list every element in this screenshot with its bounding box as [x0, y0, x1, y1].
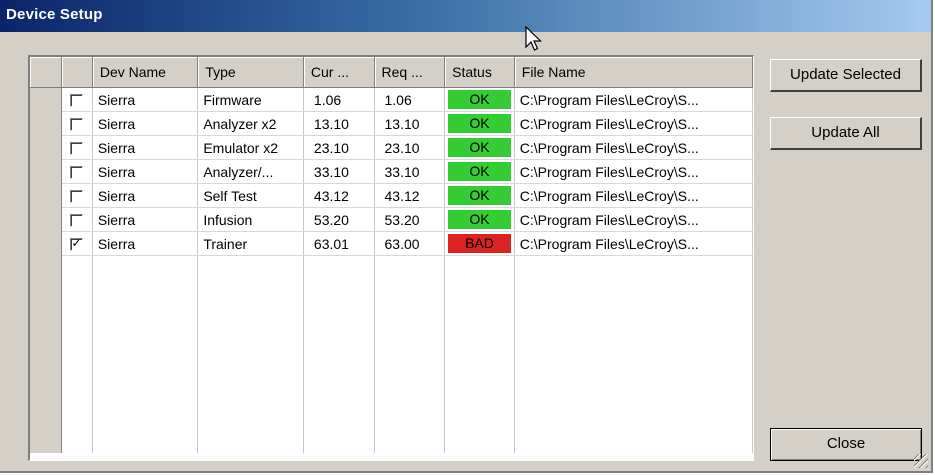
cell-type: Emulator x2	[197, 135, 304, 160]
cell-req: 63.00	[374, 231, 446, 256]
cell-file-name: C:\Program Files\LeCroy\S...	[514, 159, 753, 184]
cell-file-name: C:\Program Files\LeCroy\S...	[514, 231, 753, 256]
column-header-file-name[interactable]: File Name	[514, 57, 753, 88]
device-setup-window: Device Setup Dev Name Type Cur ... Req .…	[0, 0, 933, 473]
table-row[interactable]: Sierra Firmware 1.06 1.06 OK C:\Program Files…	[30, 87, 753, 112]
cell-status: OK	[444, 207, 515, 232]
close-button[interactable]: Close	[770, 428, 922, 461]
row-header[interactable]	[30, 231, 63, 256]
cell-file-name: C:\Program Files\LeCroy\S...	[514, 111, 753, 136]
row-checkbox[interactable]	[70, 118, 84, 132]
row-checkbox[interactable]	[70, 190, 84, 204]
cell-dev-name: Sierra	[92, 87, 199, 112]
cell-dev-name: Sierra	[92, 231, 199, 256]
cell-req: 13.10	[374, 111, 446, 136]
cell-type: Self Test	[197, 183, 304, 208]
window-title: Device Setup	[6, 6, 103, 23]
row-checkbox-cell[interactable]	[61, 159, 93, 184]
cell-status: OK	[444, 183, 515, 208]
update-all-button[interactable]: Update All	[770, 117, 922, 150]
column-header-req[interactable]: Req ...	[374, 57, 446, 88]
row-checkbox[interactable]	[70, 166, 84, 180]
cell-req: 1.06	[374, 87, 446, 112]
cell-cur: 1.06	[303, 87, 375, 112]
row-header[interactable]	[30, 207, 63, 232]
row-checkbox-cell[interactable]	[61, 111, 93, 136]
row-header[interactable]	[30, 135, 63, 160]
column-header-cur[interactable]: Cur ...	[303, 57, 375, 88]
row-checkbox-cell[interactable]	[61, 231, 93, 256]
row-header[interactable]	[30, 183, 63, 208]
title-bar[interactable]: Device Setup	[0, 0, 931, 32]
row-checkbox-cell[interactable]	[61, 183, 93, 208]
empty-grid-area	[30, 255, 753, 453]
row-checkbox-cell[interactable]	[61, 135, 93, 160]
row-header[interactable]	[30, 159, 63, 184]
status-badge: OK	[448, 186, 511, 205]
table-row[interactable]: Sierra Infusion 53.20 53.20 OK C:\Program Fil…	[30, 207, 753, 232]
cell-type: Trainer	[197, 231, 304, 256]
column-header-status[interactable]: Status	[444, 57, 515, 88]
cell-dev-name: Sierra	[92, 111, 199, 136]
device-table: Dev Name Type Cur ... Req ... Status Fil…	[30, 57, 753, 453]
row-header[interactable]	[30, 87, 63, 112]
cell-file-name: C:\Program Files\LeCroy\S...	[514, 135, 753, 160]
row-checkbox[interactable]	[70, 236, 84, 252]
cell-cur: 33.10	[303, 159, 375, 184]
status-badge: OK	[448, 210, 511, 229]
status-badge: BAD	[448, 234, 511, 253]
cell-req: 53.20	[374, 207, 446, 232]
cell-status: OK	[444, 87, 515, 112]
table-row[interactable]: Sierra Emulator x2 23.10 23.10 OK C:\Program …	[30, 135, 753, 160]
table-row[interactable]: Sierra Self Test 43.12 43.12 OK C:\Program Fi…	[30, 183, 753, 208]
header-row: Dev Name Type Cur ... Req ... Status Fil…	[30, 57, 753, 88]
cell-req: 33.10	[374, 159, 446, 184]
header-corner	[30, 57, 63, 88]
update-selected-button[interactable]: Update Selected	[770, 59, 922, 92]
device-grid[interactable]: Dev Name Type Cur ... Req ... Status Fil…	[28, 55, 754, 461]
cell-status: OK	[444, 135, 515, 160]
status-badge: OK	[448, 114, 511, 133]
cell-req: 43.12	[374, 183, 446, 208]
cell-type: Analyzer x2	[197, 111, 304, 136]
cell-dev-name: Sierra	[92, 183, 199, 208]
row-checkbox[interactable]	[70, 214, 84, 228]
status-badge: OK	[448, 90, 511, 109]
cell-cur: 13.10	[303, 111, 375, 136]
cell-file-name: C:\Program Files\LeCroy\S...	[514, 87, 753, 112]
cell-dev-name: Sierra	[92, 135, 199, 160]
table-row[interactable]: Sierra Analyzer x2 13.10 13.10 OK C:\Program …	[30, 111, 753, 136]
table-row[interactable]: Sierra Analyzer/... 33.10 33.10 OK C:\Program…	[30, 159, 753, 184]
cell-dev-name: Sierra	[92, 207, 199, 232]
cell-cur: 43.12	[303, 183, 375, 208]
row-checkbox-cell[interactable]	[61, 87, 93, 112]
row-checkbox[interactable]	[70, 94, 84, 108]
cell-status: OK	[444, 111, 515, 136]
cell-status: BAD	[444, 231, 515, 256]
cell-cur: 63.01	[303, 231, 375, 256]
row-header[interactable]	[30, 111, 63, 136]
row-checkbox-cell[interactable]	[61, 207, 93, 232]
cell-type: Infusion	[197, 207, 304, 232]
cell-req: 23.10	[374, 135, 446, 160]
header-check	[61, 57, 93, 88]
cell-status: OK	[444, 159, 515, 184]
cell-file-name: C:\Program Files\LeCroy\S...	[514, 183, 753, 208]
table-row[interactable]: SierraTrainer63.0163.00BADC:\Program Fil…	[30, 231, 753, 256]
status-badge: OK	[448, 162, 511, 181]
row-checkbox[interactable]	[70, 142, 84, 156]
cell-type: Analyzer/...	[197, 159, 304, 184]
column-header-type[interactable]: Type	[197, 57, 304, 88]
cell-cur: 53.20	[303, 207, 375, 232]
mouse-pointer-icon	[525, 26, 542, 51]
column-header-dev-name[interactable]: Dev Name	[92, 57, 199, 88]
resize-grip-icon[interactable]	[914, 454, 928, 468]
cell-type: Firmware	[197, 87, 304, 112]
cell-dev-name: Sierra	[92, 159, 199, 184]
status-badge: OK	[448, 138, 511, 157]
cell-cur: 23.10	[303, 135, 375, 160]
cell-file-name: C:\Program Files\LeCroy\S...	[514, 207, 753, 232]
